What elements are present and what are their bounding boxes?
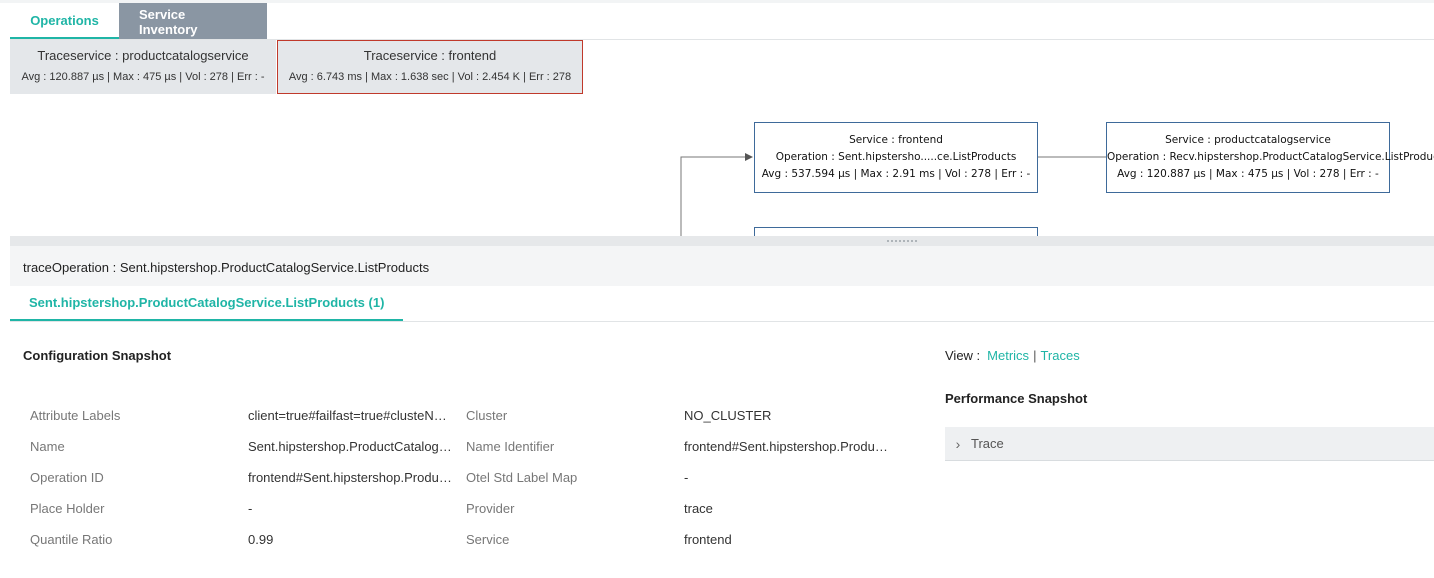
configuration-snapshot-title: Configuration Snapshot: [23, 348, 172, 363]
tab-operation-detail[interactable]: Sent.hipstershop.ProductCatalogService.L…: [10, 286, 404, 322]
traceservice-title: Traceservice : frontend: [363, 48, 497, 63]
traceservice-card-frontend[interactable]: Traceservice : frontend Avg : 6.743 ms |…: [277, 40, 583, 94]
view-label: View :: [945, 348, 981, 363]
traceservice-metrics: Avg : 120.887 µs | Max : 475 µs | Vol : …: [21, 71, 265, 83]
config-label: Cluster: [466, 408, 508, 423]
chevron-right-icon: ›: [955, 435, 961, 452]
config-label: Operation ID: [30, 470, 104, 485]
config-value: 0.99: [248, 532, 274, 547]
config-value: -: [684, 470, 689, 485]
config-label: Otel Std Label Map: [466, 470, 578, 485]
traceservice-metrics: Avg : 6.743 ms | Max : 1.638 sec | Vol :…: [288, 71, 572, 83]
config-label: Place Holder: [30, 501, 105, 516]
config-label: Quantile Ratio: [30, 532, 113, 547]
config-label: Name: [30, 439, 65, 454]
config-value: frontend#Sent.hipstershop.ProductCatalog…: [684, 439, 889, 454]
subtab-divider: [10, 321, 1434, 322]
config-value: Sent.hipstershop.ProductCatalogService.L…: [248, 439, 453, 454]
node-metrics: Avg : 537.594 µs | Max : 2.91 ms | Vol :…: [761, 168, 1031, 180]
config-label: Provider: [466, 501, 515, 516]
tab-service-inventory[interactable]: Service Inventory: [119, 3, 267, 40]
config-label: Name Identifier: [466, 439, 555, 454]
config-value: client=true#failfast=true#clusteName=NO_…: [248, 408, 453, 423]
drag-handle-icon[interactable]: [886, 239, 918, 243]
node-metrics: Avg : 120.887 µs | Max : 475 µs | Vol : …: [1117, 168, 1379, 180]
trace-accordion[interactable]: › Trace: [945, 427, 1434, 461]
config-value: trace: [684, 501, 713, 516]
node-service: Service : frontend: [849, 134, 943, 146]
node-operation: Operation : Recv.hipstershop.ProductCata…: [1107, 151, 1434, 163]
metrics-link[interactable]: Metrics: [987, 348, 1029, 363]
config-value: -: [248, 501, 253, 516]
graph-node-frontend[interactable]: Service : frontend Operation : Sent.hips…: [754, 122, 1038, 193]
config-label: Service: [466, 532, 510, 547]
view-switcher: View : Metrics | Traces: [945, 348, 1084, 363]
config-value: frontend#Sent.hipstershop.ProductCatalog…: [248, 470, 453, 485]
main-tabs: Operations Service Inventory: [10, 3, 267, 40]
config-label: Attribute Labels: [30, 408, 121, 423]
view-separator: |: [1033, 348, 1037, 363]
trace-accordion-label: Trace: [971, 436, 1004, 451]
edge-incoming: [680, 153, 753, 236]
config-value: frontend: [684, 532, 732, 547]
graph-node-productcatalogservice[interactable]: Service : productcatalogservice Operatio…: [1106, 122, 1434, 193]
service-graph[interactable]: Service : frontend Operation : Sent.hips…: [10, 94, 1434, 236]
performance-snapshot-title: Performance Snapshot: [945, 391, 1088, 406]
traces-link[interactable]: Traces: [1040, 348, 1079, 363]
resize-splitter[interactable]: [10, 236, 1434, 246]
traceservice-card-productcatalogservice[interactable]: Traceservice : productcatalogservice Avg…: [10, 40, 276, 94]
traceservice-title: Traceservice : productcatalogservice: [37, 48, 249, 63]
tab-operations[interactable]: Operations: [10, 3, 119, 40]
detail-title: traceOperation : Sent.hipstershop.Produc…: [23, 260, 430, 275]
config-value: NO_CLUSTER: [684, 408, 772, 423]
node-service: Service : productcatalogservice: [1165, 134, 1331, 146]
detail-header: traceOperation : Sent.hipstershop.Produc…: [10, 246, 1434, 286]
node-operation: Operation : Sent.hipstersho.....ce.ListP…: [775, 151, 1017, 163]
graph-node-partial[interactable]: [754, 227, 1038, 236]
